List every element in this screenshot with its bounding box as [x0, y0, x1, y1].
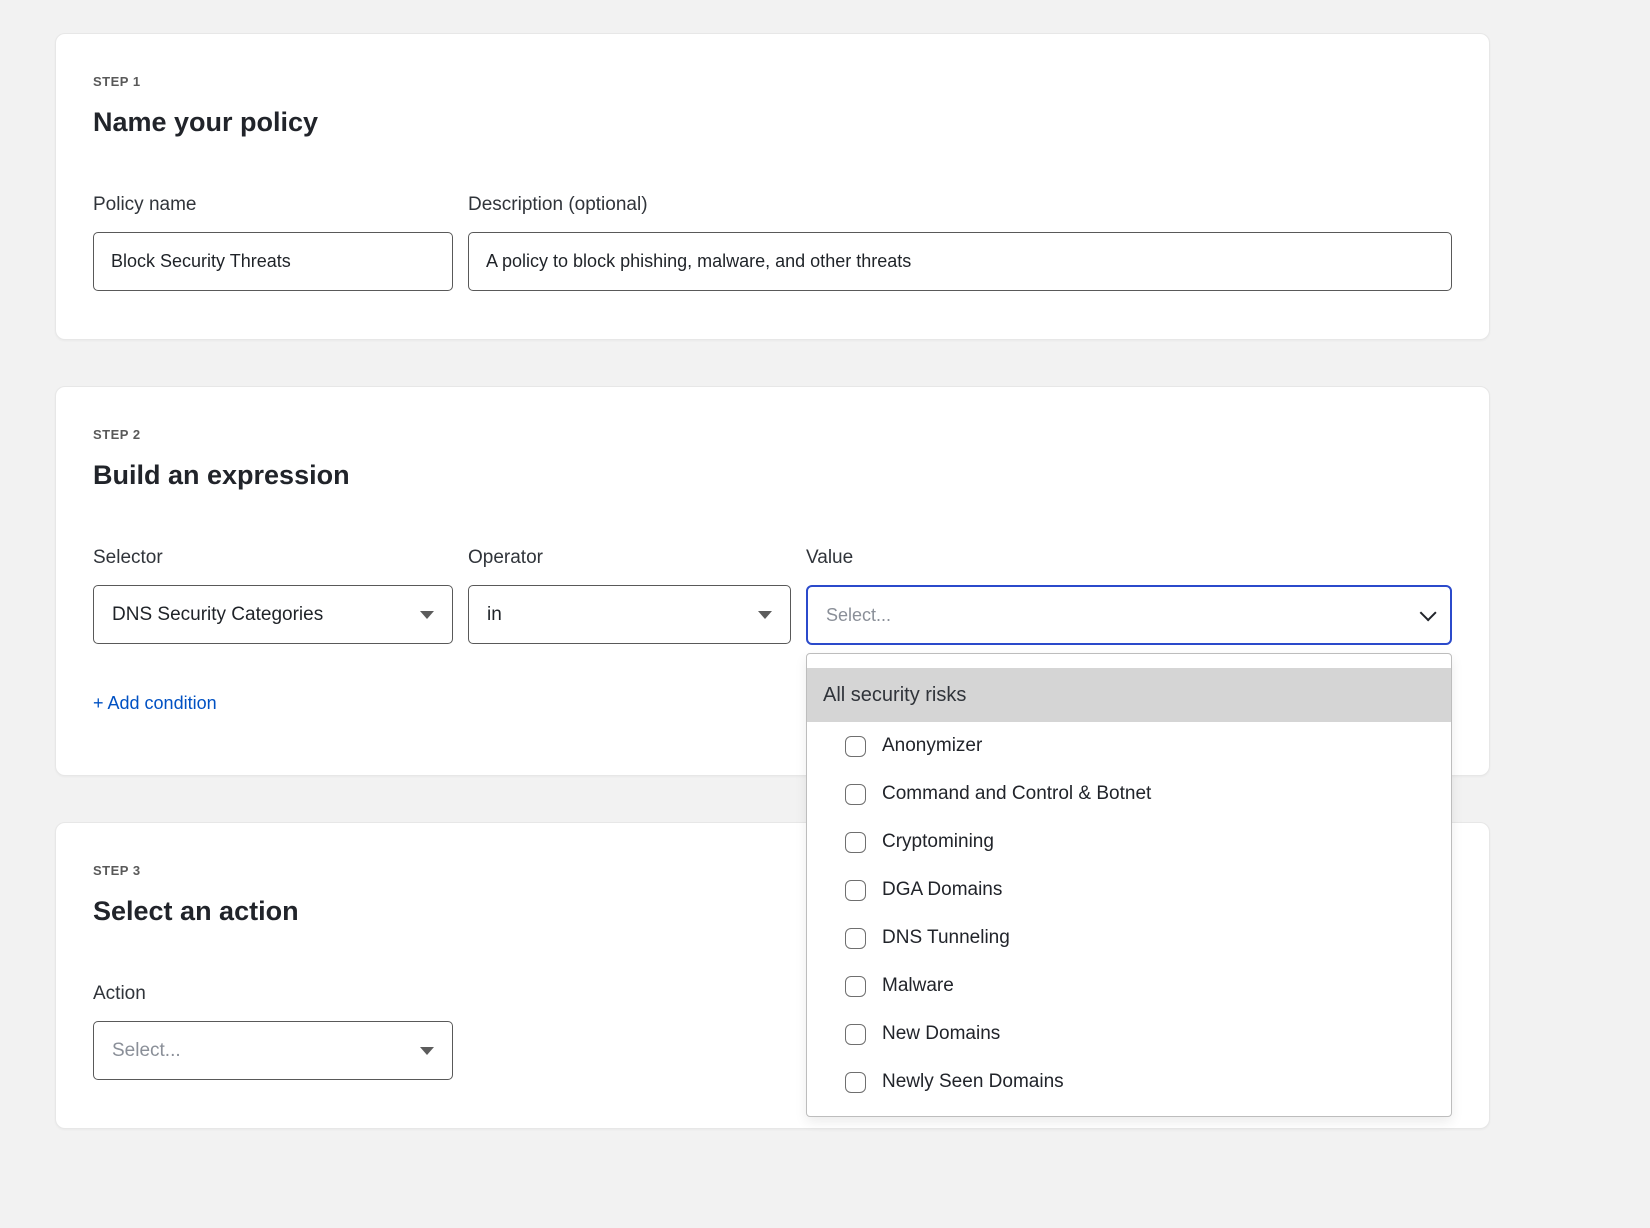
option-label: New Domains	[882, 1023, 1000, 1045]
option-label: Cryptomining	[882, 831, 994, 853]
checkbox-icon[interactable]	[845, 736, 866, 757]
action-select[interactable]: Select...	[93, 1021, 453, 1080]
caret-down-icon	[420, 611, 434, 619]
step1-label: STEP 1	[93, 74, 1452, 89]
description-label: Description (optional)	[468, 194, 1452, 216]
step1-card: STEP 1 Name your policy Policy name Desc…	[55, 33, 1490, 340]
option-label: DNS Tunneling	[882, 927, 1010, 949]
checkbox-icon[interactable]	[845, 976, 866, 997]
dropdown-option-newly-seen-domains[interactable]: Newly Seen Domains	[807, 1058, 1451, 1106]
action-field: Action Select...	[93, 983, 453, 1080]
option-label: Malware	[882, 975, 954, 997]
checkbox-icon[interactable]	[845, 784, 866, 805]
selector-field: Selector DNS Security Categories	[93, 547, 453, 645]
value-select-wrap: Select... All security risks Anonymizer …	[806, 585, 1452, 645]
value-select[interactable]: Select...	[806, 585, 1452, 645]
description-field: Description (optional)	[468, 194, 1452, 291]
selector-label: Selector	[93, 547, 453, 569]
option-label: Newly Seen Domains	[882, 1071, 1064, 1093]
caret-down-icon	[758, 611, 772, 619]
option-label: DGA Domains	[882, 879, 1002, 901]
step1-fields-row: Policy name Description (optional)	[93, 194, 1452, 291]
option-label: Command and Control & Botnet	[882, 783, 1151, 805]
value-label: Value	[806, 547, 1452, 569]
operator-label: Operator	[468, 547, 791, 569]
policy-name-field: Policy name	[93, 194, 453, 291]
policy-name-input[interactable]	[93, 232, 453, 291]
checkbox-icon[interactable]	[845, 880, 866, 901]
caret-down-icon	[420, 1047, 434, 1055]
dropdown-option-dns-tunneling[interactable]: DNS Tunneling	[807, 914, 1451, 962]
step2-title: Build an expression	[93, 460, 1452, 491]
value-field: Value Select... All security risks Anony…	[806, 547, 1452, 645]
step2-label: STEP 2	[93, 427, 1452, 442]
dropdown-option-new-domains[interactable]: New Domains	[807, 1010, 1451, 1058]
dropdown-option-malware[interactable]: Malware	[807, 962, 1451, 1010]
action-label: Action	[93, 983, 453, 1005]
checkbox-icon[interactable]	[845, 1072, 866, 1093]
policy-name-label: Policy name	[93, 194, 453, 216]
value-select-placeholder: Select...	[826, 605, 891, 626]
operator-field: Operator in	[468, 547, 791, 645]
step1-title: Name your policy	[93, 107, 1452, 138]
operator-select-value: in	[487, 604, 502, 626]
selector-select-value: DNS Security Categories	[112, 604, 323, 626]
checkbox-icon[interactable]	[845, 1024, 866, 1045]
value-dropdown-menu: All security risks Anonymizer Command an…	[806, 653, 1452, 1117]
selector-select[interactable]: DNS Security Categories	[93, 585, 453, 644]
dropdown-option-anonymizer[interactable]: Anonymizer	[807, 722, 1451, 770]
dropdown-option-dga-domains[interactable]: DGA Domains	[807, 866, 1451, 914]
add-condition-link[interactable]: + Add condition	[93, 693, 217, 714]
description-input[interactable]	[468, 232, 1452, 291]
policy-builder-page: STEP 1 Name your policy Policy name Desc…	[55, 33, 1650, 1129]
step2-card: STEP 2 Build an expression Selector DNS …	[55, 386, 1490, 776]
option-label: Anonymizer	[882, 735, 982, 757]
dropdown-option-cryptomining[interactable]: Cryptomining	[807, 818, 1451, 866]
action-select-placeholder: Select...	[112, 1040, 181, 1062]
checkbox-icon[interactable]	[845, 832, 866, 853]
checkbox-icon[interactable]	[845, 928, 866, 949]
chevron-down-icon	[1420, 604, 1437, 621]
dropdown-group-all-security-risks[interactable]: All security risks	[807, 668, 1451, 722]
dropdown-option-command-and-control-botnet[interactable]: Command and Control & Botnet	[807, 770, 1451, 818]
expression-row: Selector DNS Security Categories Operato…	[93, 547, 1452, 645]
operator-select[interactable]: in	[468, 585, 791, 644]
